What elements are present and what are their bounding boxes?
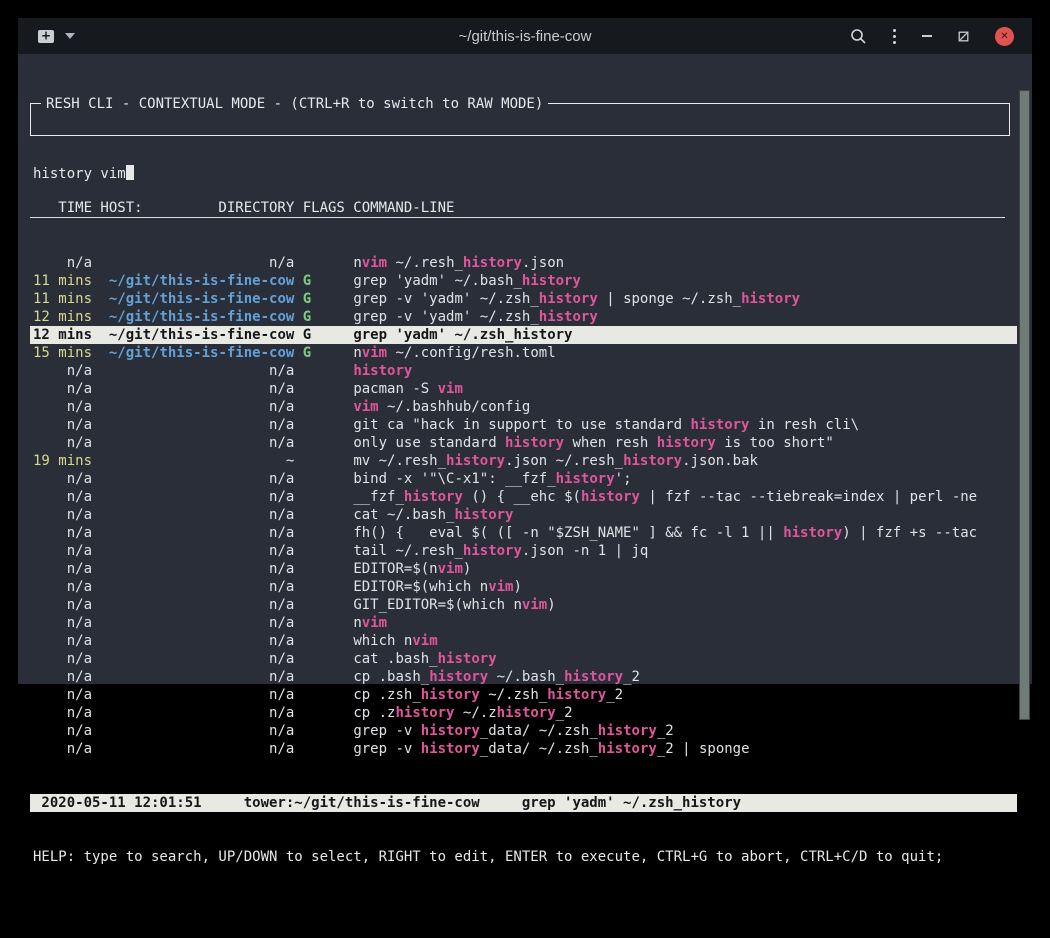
history-row[interactable]: n/a n/a vim ~/.bashhub/config: [30, 398, 1017, 416]
history-row[interactable]: n/a n/a tail ~/.resh_history.json -n 1 |…: [30, 542, 1017, 560]
history-row[interactable]: n/a n/a git ca "hack in support to use s…: [30, 416, 1017, 434]
close-button[interactable]: [995, 27, 1014, 46]
menu-kebab-icon: [893, 29, 896, 44]
history-row[interactable]: n/a n/a grep -v history_data/ ~/.zsh_his…: [30, 722, 1017, 740]
history-row[interactable]: n/a n/a nvim: [30, 614, 1017, 632]
minimize-icon: [922, 35, 932, 37]
search-icon: [850, 28, 867, 45]
restore-button[interactable]: [958, 31, 969, 42]
status-bar: 2020-05-11 12:01:51 tower:~/git/this-is-…: [30, 794, 1017, 812]
history-row[interactable]: n/a n/a nvim ~/.resh_history.json: [30, 254, 1017, 272]
history-row[interactable]: n/a n/a cp .zhistory ~/.zhistory_2: [30, 704, 1017, 722]
resh-box-title: RESH CLI - CONTEXTUAL MODE - (CTRL+R to …: [41, 95, 548, 113]
history-row[interactable]: n/a n/a EDITOR=$(nvim): [30, 560, 1017, 578]
history-row[interactable]: 12 mins ~/git/this-is-fine-cow G grep 'y…: [30, 326, 1017, 344]
titlebar: ~/git/this-is-fine-cow: [18, 18, 1032, 54]
new-terminal-icon: [38, 30, 54, 43]
history-row[interactable]: 19 mins ~ mv ~/.resh_history.json ~/.res…: [30, 452, 1017, 470]
terminal-viewport: RESH CLI - CONTEXTUAL MODE - (CTRL+R to …: [18, 54, 1032, 684]
text-cursor: [126, 165, 134, 180]
history-row[interactable]: n/a n/a GIT_EDITOR=$(which nvim): [30, 596, 1017, 614]
history-row[interactable]: n/a n/a cat ~/.bash_history: [30, 506, 1017, 524]
history-row[interactable]: n/a n/a bind -x '"\C-x1": __fzf_history'…: [30, 470, 1017, 488]
history-row[interactable]: 11 mins ~/git/this-is-fine-cow G grep 'y…: [30, 272, 1017, 290]
history-rows: n/a n/a nvim ~/.resh_history.json11 mins…: [30, 254, 1017, 758]
history-row[interactable]: 11 mins ~/git/this-is-fine-cow G grep -v…: [30, 290, 1017, 308]
history-row[interactable]: n/a n/a __fzf_history () { __ehc $(histo…: [30, 488, 1017, 506]
terminal-window: ~/git/this-is-fine-cow: [18, 18, 1032, 684]
history-row[interactable]: n/a n/a cp .zsh_history ~/.zsh_history_2: [30, 686, 1017, 704]
chevron-down-icon: [65, 33, 75, 39]
scrollbar[interactable]: [1019, 54, 1030, 684]
help-line: HELP: type to search, UP/DOWN to select,…: [30, 848, 1032, 866]
close-icon: [995, 27, 1014, 46]
history-row[interactable]: 12 mins ~/git/this-is-fine-cow G grep -v…: [30, 308, 1017, 326]
history-row[interactable]: 15 mins ~/git/this-is-fine-cow G nvim ~/…: [30, 344, 1017, 362]
history-row[interactable]: n/a n/a fh() { eval $( ([ -n "$ZSH_NAME"…: [30, 524, 1017, 542]
search-query-line[interactable]: history vim: [31, 158, 1009, 183]
history-row[interactable]: n/a n/a EDITOR=$(which nvim): [30, 578, 1017, 596]
menu-button[interactable]: [893, 29, 896, 44]
minimize-button[interactable]: [922, 35, 932, 37]
history-row[interactable]: n/a n/a cat .bash_history: [30, 650, 1017, 668]
history-row[interactable]: n/a n/a only use standard history when r…: [30, 434, 1017, 452]
history-row[interactable]: n/a n/a pacman -S vim: [30, 380, 1017, 398]
restore-icon: [958, 31, 969, 42]
search-query: history vim: [33, 166, 126, 182]
history-row[interactable]: n/a n/a history: [30, 362, 1017, 380]
history-row[interactable]: n/a n/a grep -v history_data/ ~/.zsh_his…: [30, 740, 1017, 758]
history-row[interactable]: n/a n/a cp .bash_history ~/.bash_history…: [30, 668, 1017, 686]
new-terminal-button[interactable]: [38, 30, 75, 43]
search-button[interactable]: [850, 28, 867, 45]
scrollbar-thumb[interactable]: [1019, 90, 1030, 720]
resh-search-box[interactable]: RESH CLI - CONTEXTUAL MODE - (CTRL+R to …: [30, 103, 1010, 136]
history-row[interactable]: n/a n/a which nvim: [30, 632, 1017, 650]
